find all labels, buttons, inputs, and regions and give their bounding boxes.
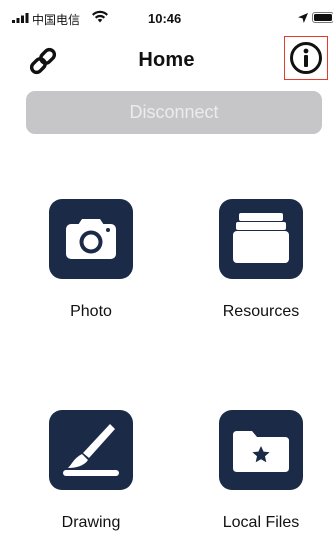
folder-stack-icon (219, 199, 303, 279)
wifi-icon (92, 10, 108, 23)
folder-star-icon (219, 410, 303, 490)
tile-drawing[interactable]: Drawing (26, 410, 156, 532)
tile-label-photo: Photo (70, 303, 112, 320)
brush-icon (49, 410, 133, 490)
tile-label-drawing: Drawing (61, 514, 121, 531)
signal-icon (12, 13, 29, 23)
status-bar: 中国电信 10:46 (0, 0, 333, 34)
disconnect-button[interactable]: Disconnect (26, 91, 322, 134)
tile-label-resources: Resources (222, 303, 300, 320)
camera-icon (49, 199, 133, 279)
location-arrow-icon (298, 13, 308, 23)
info-button[interactable] (284, 36, 328, 80)
tile-photo[interactable]: Photo (26, 199, 156, 321)
carrier-name: 中国电信 (32, 13, 81, 27)
tile-local-files[interactable]: Local Files (196, 410, 326, 532)
battery-icon (312, 12, 333, 23)
clock: 10:46 (148, 11, 182, 26)
tile-resources[interactable]: Resources (196, 199, 326, 321)
nav-bar: Home (0, 34, 333, 86)
info-icon (290, 42, 322, 74)
tile-label-local-files: Local Files (222, 514, 300, 531)
